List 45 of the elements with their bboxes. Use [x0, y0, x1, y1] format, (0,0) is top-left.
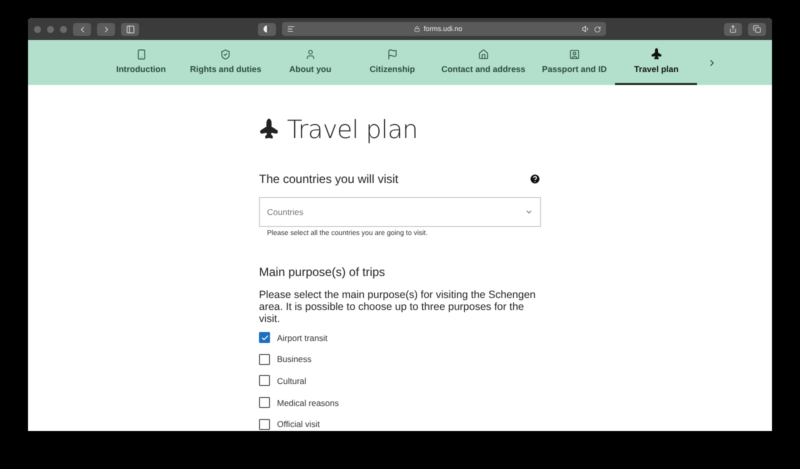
description-text: Please select the main purpose(s) for visiting the Schengen area. It is possible to choose up to three purposes for the visit. — [259, 289, 537, 325]
step-tab[interactable]: Citizenship — [351, 40, 434, 85]
house-icon — [478, 49, 489, 60]
share-button[interactable] — [724, 22, 742, 36]
section-heading: Main purpose(s) of trips — [259, 265, 386, 279]
shield-icon — [220, 49, 232, 60]
checkbox[interactable] — [259, 332, 270, 344]
checkbox[interactable] — [259, 354, 270, 365]
checkbox-label: Business — [277, 354, 312, 364]
checkbox[interactable] — [259, 375, 270, 386]
step-tab[interactable]: Passport and ID — [533, 40, 616, 85]
page-title: Travel plan — [287, 115, 418, 144]
airplane-icon — [648, 46, 664, 62]
field-label: The countries you will visit — [259, 172, 398, 186]
caret-icon — [525, 208, 533, 216]
privacy-button[interactable] — [258, 22, 276, 36]
countries-select[interactable]: Countries — [259, 197, 541, 227]
forward-button[interactable] — [97, 22, 115, 36]
step-tab[interactable]: Rights and duties — [182, 40, 270, 85]
checkbox-label: Cultural — [277, 376, 306, 386]
step-tab[interactable]: Introduction — [100, 40, 182, 85]
checkbox-label: Medical reasons — [277, 398, 339, 408]
step-tab[interactable]: Contact and address — [433, 40, 534, 85]
back-button[interactable] — [73, 22, 91, 36]
reload-icon[interactable] — [594, 26, 600, 32]
half-circle-icon — [262, 25, 270, 33]
help-icon[interactable] — [529, 173, 541, 185]
tabs-button[interactable] — [748, 22, 766, 36]
step-tab[interactable]: About you — [269, 40, 352, 85]
sidebar-icon — [126, 24, 134, 34]
lock-icon — [414, 26, 420, 32]
checkbox[interactable] — [259, 397, 270, 408]
tabs-icon — [753, 25, 761, 33]
reader-icon[interactable] — [286, 25, 294, 33]
share-icon — [729, 25, 737, 33]
id-card-icon — [568, 49, 580, 60]
checkbox[interactable] — [259, 418, 270, 430]
person-icon — [304, 49, 316, 60]
flag-icon — [386, 49, 398, 60]
checkbox-label: Official visit — [277, 419, 320, 430]
step-tab[interactable]: Travel plan — [615, 40, 698, 85]
phone-icon — [136, 49, 146, 60]
sidebar-button[interactable] — [121, 22, 139, 36]
checkbox-label: Airport transit — [277, 332, 328, 343]
speaker-icon[interactable] — [582, 25, 590, 33]
